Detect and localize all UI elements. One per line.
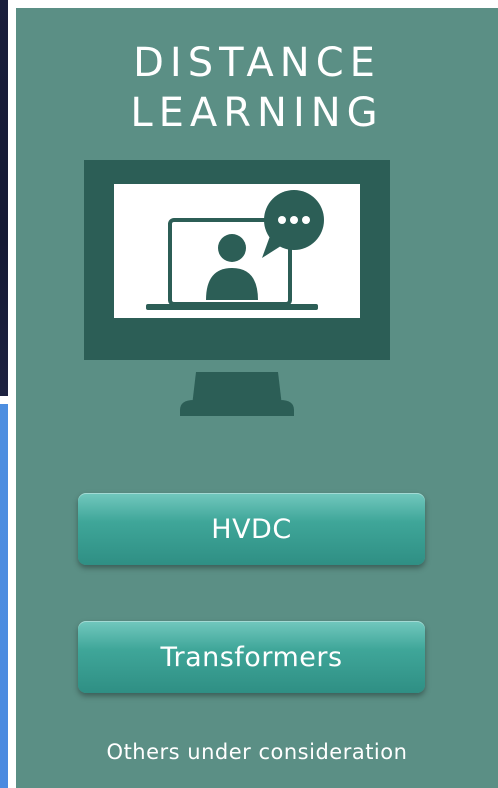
transformers-button-label: Transformers (160, 641, 343, 673)
hvdc-button[interactable]: HVDC (78, 493, 425, 565)
panel-title: DISTANCE LEARNING (16, 38, 498, 138)
hvdc-button-label: HVDC (211, 513, 292, 545)
distance-learning-panel: DISTANCE LEARNING HVDC Transformers Othe… (16, 8, 498, 788)
page: DISTANCE LEARNING HVDC Transformers Othe… (0, 0, 498, 788)
previous-slide-edge-dark (0, 0, 8, 396)
previous-slide-edge-blue (0, 404, 8, 788)
title-line-1: DISTANCE (133, 40, 381, 86)
transformers-button[interactable]: Transformers (78, 621, 425, 693)
monitor-video-chat-icon (84, 160, 390, 416)
others-note: Others under consideration (106, 740, 408, 764)
title-line-2: LEARNING (130, 90, 384, 136)
